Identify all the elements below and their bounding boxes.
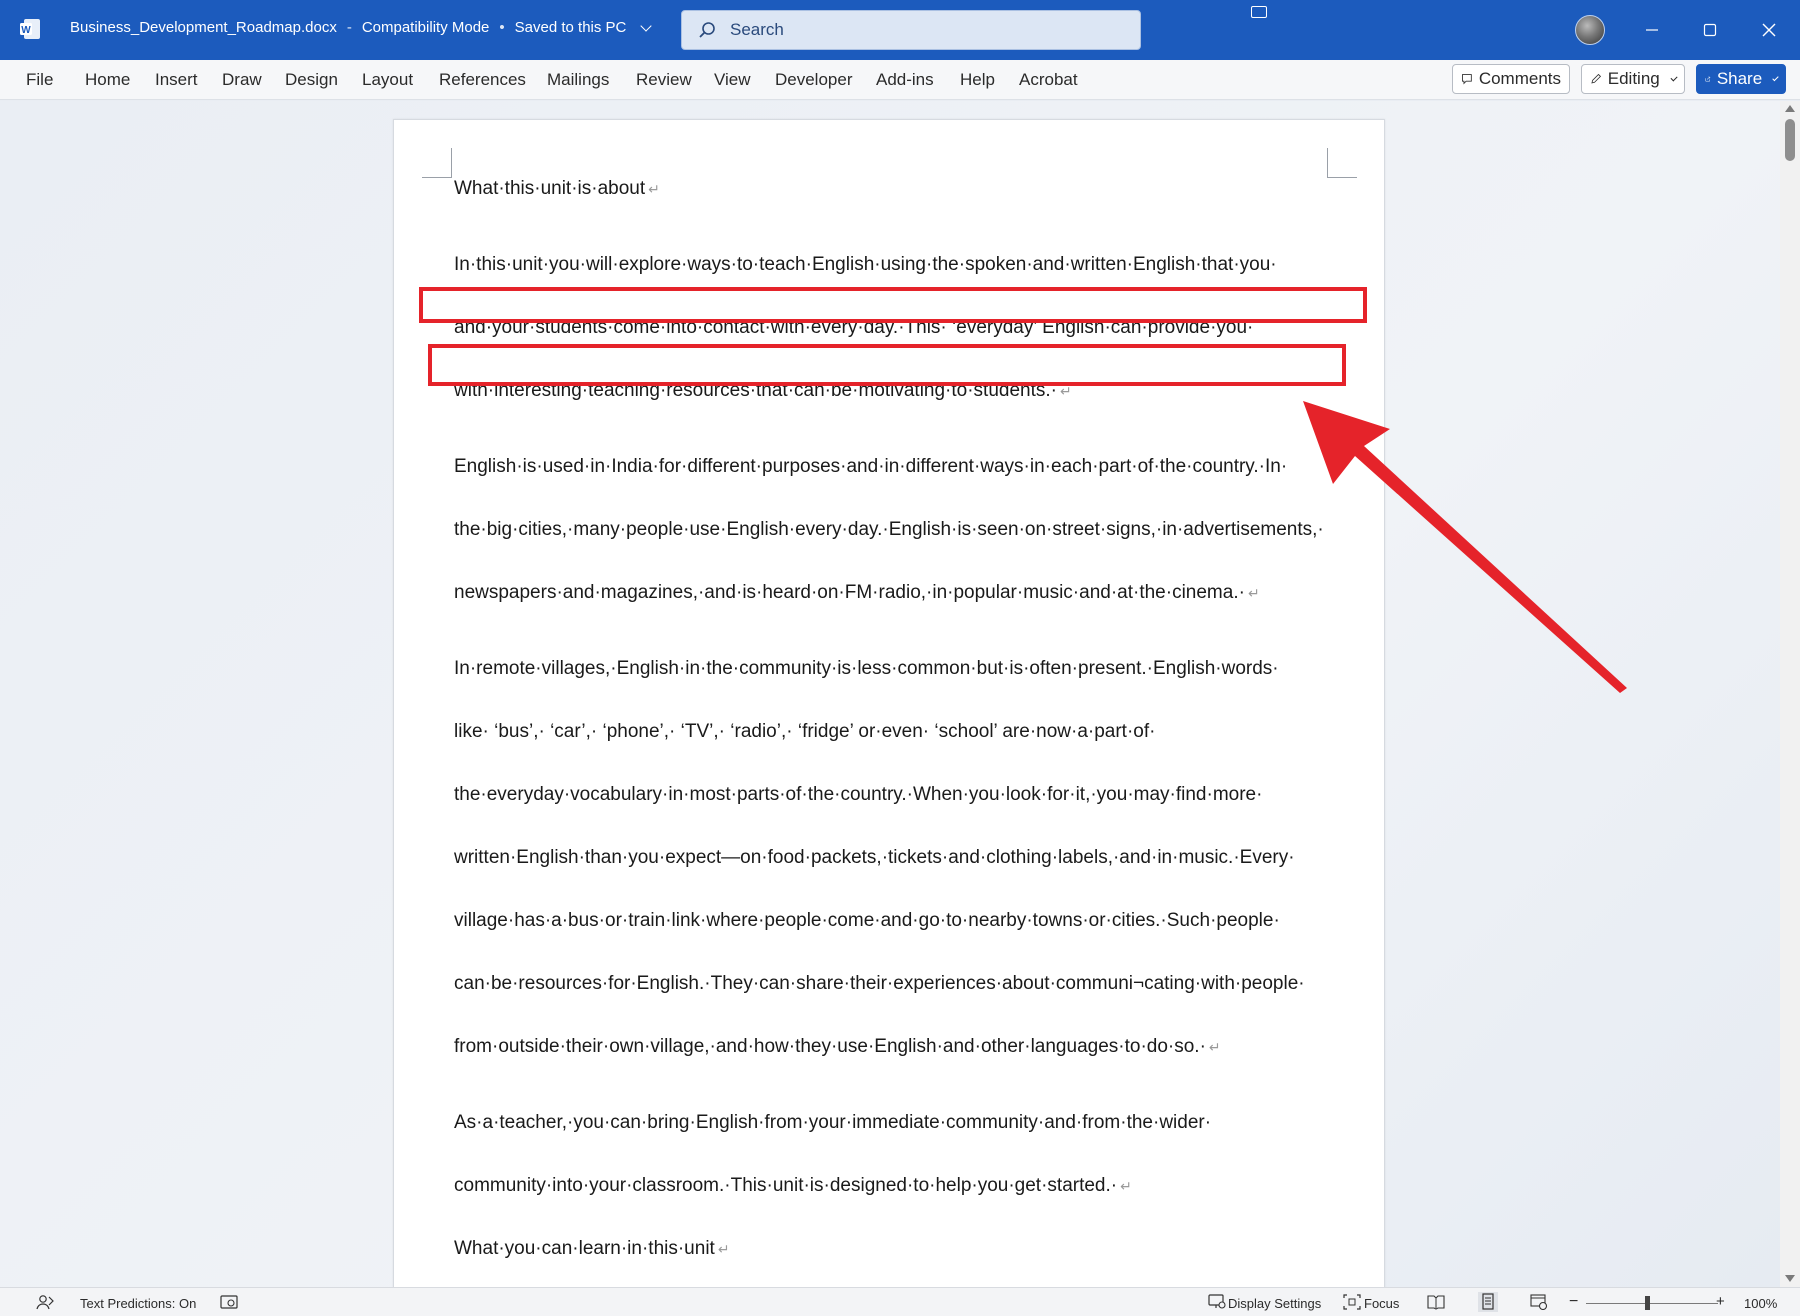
text-predictions-status[interactable]: Text Predictions: On [80,1296,196,1311]
focus-label[interactable]: Focus [1364,1296,1399,1311]
tab-draw[interactable]: Draw [222,70,262,90]
document-title[interactable]: Business_Development_Roadmap.docx - Comp… [70,19,653,36]
save-status: Saved to this PC [514,19,627,36]
read-mode-icon[interactable] [1427,1294,1445,1310]
tab-add-ins[interactable]: Add-ins [876,70,934,90]
chevron-down-icon[interactable] [640,19,653,32]
share-label: Share [1716,69,1763,88]
document-canvas: What·this·unit·is·about ↵ In·this·unit·yo… [0,101,1780,1287]
chevron-down-icon [1670,73,1678,82]
close-icon [1762,23,1776,37]
vertical-scrollbar[interactable] [1780,101,1800,1287]
tab-layout[interactable]: Layout [362,70,413,90]
pencil-icon [1591,73,1602,84]
accessibility-icon[interactable] [220,1294,238,1310]
text-line: from·outside·their·own·village,·and·how·… [454,1036,1206,1057]
tab-insert[interactable]: Insert [155,70,198,90]
text-line: As·a·teacher,·you·can·bring·English·from… [454,1112,1212,1133]
avatar[interactable] [1575,15,1605,45]
heading-what-this-unit-is-about[interactable]: What·this·unit·is·about ↵ [454,157,1334,220]
paragraph-4[interactable]: As·a·teacher,·you·can·bring·English·from… [454,1091,1334,1217]
filename: Business_Development_Roadmap.docx [70,19,337,36]
title-separator: - [346,19,352,36]
chevron-down-icon [1772,74,1779,81]
scroll-down-icon[interactable] [1785,1275,1795,1282]
text-predictions-icon[interactable] [36,1294,56,1311]
highlight-box-gap-2 [428,344,1346,386]
search-box[interactable]: Search [681,10,1141,50]
search-placeholder: Search [730,20,784,39]
scroll-up-icon[interactable] [1785,105,1795,112]
close-button[interactable] [1753,14,1785,46]
zoom-slider-thumb[interactable] [1645,1296,1650,1310]
title-bullet: • [499,19,505,36]
share-button[interactable]: Share [1696,64,1786,94]
paragraph-2[interactable]: English·is·used·in·India·for·different·p… [454,435,1334,624]
text-line: village·has·a·bus·or·train·link·where·pe… [454,910,1280,931]
paragraph-1[interactable]: In·this·unit·you·will·explore·ways·to·te… [454,233,1334,422]
coauthoring-icon[interactable] [1251,6,1267,18]
tab-developer[interactable]: Developer [775,70,853,90]
tab-mailings[interactable]: Mailings [547,70,609,90]
tab-home[interactable]: Home [85,70,130,90]
text-line: community·into·your·classroom.·This·unit… [454,1175,1118,1196]
maximize-button[interactable] [1694,14,1726,46]
text-line: newspapers·and·magazines,·and·is·heard·o… [454,582,1245,603]
display-settings-icon[interactable] [1208,1294,1226,1310]
paragraph-3[interactable]: In·remote·villages,·English·in·the·commu… [454,637,1334,1078]
tab-view[interactable]: View [714,70,751,90]
focus-icon[interactable] [1343,1294,1361,1310]
search-icon [699,22,715,38]
text-line: the·everyday·vocabulary·in·most·parts·of… [454,784,1263,805]
zoom-in-button[interactable]: + [1716,1293,1725,1310]
minimize-icon [1646,29,1658,31]
tab-references[interactable]: References [439,70,526,90]
tab-help[interactable]: Help [960,70,995,90]
comment-icon [1462,74,1472,85]
svg-text:W: W [21,25,31,36]
tab-review[interactable]: Review [636,70,692,90]
status-bar: Text Predictions: On Display Settings Fo… [0,1287,1800,1316]
zoom-slider-track[interactable] [1586,1303,1718,1304]
editing-mode-button[interactable]: Editing [1581,64,1685,94]
print-layout-icon[interactable] [1478,1292,1498,1312]
title-bar: W Business_Development_Roadmap.docx - Co… [0,0,1800,60]
editing-label: Editing [1607,69,1660,88]
scroll-thumb[interactable] [1785,119,1795,161]
maximize-icon [1703,23,1717,37]
highlight-box-gap-1 [419,287,1367,323]
word-app-icon[interactable]: W [18,17,42,41]
comments-label: Comments [1478,69,1561,88]
tab-design[interactable]: Design [285,70,338,90]
web-layout-icon[interactable] [1530,1294,1548,1310]
share-icon [1705,76,1711,82]
zoom-level[interactable]: 100% [1744,1296,1777,1311]
compatibility-mode-label: Compatibility Mode [361,19,490,36]
text-line: like· ‘bus’,· ‘car’,· ‘phone’,· ‘TV’,· ‘… [454,721,1156,742]
minimize-button[interactable] [1636,14,1668,46]
comments-button[interactable]: Comments [1452,64,1570,94]
text-line: written·English·than·you·expect—on·food·… [454,847,1295,868]
crop-mark-left [422,148,452,178]
text-line: the·big·cities,·many·people·use·English·… [454,519,1324,540]
tab-file[interactable]: File [26,70,53,90]
text-line: can·be·resources·for·English.·They·can·s… [454,973,1305,994]
display-settings-label[interactable]: Display Settings [1228,1296,1321,1311]
tab-acrobat[interactable]: Acrobat [1019,70,1078,90]
heading-what-you-can-learn[interactable]: What·you·can·learn·in·this·unit ↵ [454,1217,1334,1280]
text-line: English·is·used·in·India·for·different·p… [454,456,1288,477]
text-line: In·remote·villages,·English·in·the·commu… [454,658,1279,679]
zoom-out-button[interactable]: − [1569,1293,1578,1311]
